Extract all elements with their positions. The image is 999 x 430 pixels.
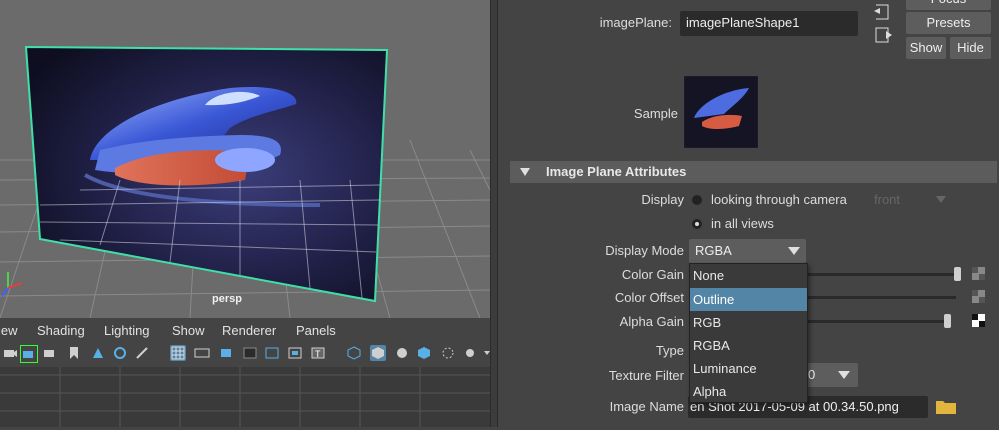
- display-mode-value: RGBA: [695, 243, 732, 258]
- option-none[interactable]: None: [690, 264, 807, 287]
- focus-button[interactable]: Focus: [906, 0, 991, 10]
- camera-attributes-icon[interactable]: [42, 345, 58, 361]
- menu-show[interactable]: Show: [172, 323, 205, 338]
- menu-view[interactable]: iew: [0, 323, 18, 338]
- film-gate-icon[interactable]: [194, 345, 210, 361]
- color-gain-slider[interactable]: [806, 273, 956, 276]
- menu-renderer[interactable]: Renderer: [222, 323, 276, 338]
- camera-lock-icon[interactable]: [20, 345, 38, 363]
- shade-lights-icon[interactable]: [394, 345, 410, 361]
- viewport-toolbar: T: [0, 342, 490, 366]
- option-rgb[interactable]: RGB: [690, 311, 807, 334]
- display-mode-arrow-icon[interactable]: [788, 247, 800, 255]
- color-offset-label: Color Offset: [614, 290, 684, 305]
- image-plane-attributes-section[interactable]: Image Plane Attributes: [510, 161, 997, 183]
- viewport-menubar: iew Shading Lighting Show Renderer Panel…: [0, 318, 490, 342]
- alpha-gain-slider[interactable]: [806, 320, 951, 323]
- option-outline[interactable]: Outline: [690, 288, 807, 311]
- sample-thumbnail: [684, 76, 758, 148]
- display-mode-dropdown: None Outline RGB RGBA Luminance Alpha: [689, 263, 808, 403]
- smooth-shade-icon[interactable]: [370, 345, 386, 361]
- image-plane-name-field[interactable]: imagePlaneShape1: [680, 11, 858, 36]
- safe-title-icon[interactable]: T: [310, 345, 326, 361]
- viewport-persp[interactable]: persp: [0, 0, 490, 318]
- alpha-gain-map-icon[interactable]: [972, 314, 985, 327]
- color-gain-handle[interactable]: [954, 267, 961, 281]
- use-lights-icon[interactable]: [462, 345, 478, 361]
- resolution-gate-icon[interactable]: [218, 345, 234, 361]
- folder-icon[interactable]: [936, 399, 956, 414]
- camera-select-arrow-icon[interactable]: [936, 196, 946, 203]
- display-option-camera: looking through camera: [711, 192, 847, 207]
- texture-filter-value: 0: [808, 367, 816, 382]
- display-option-all-views: in all views: [711, 216, 774, 231]
- option-alpha[interactable]: Alpha: [690, 380, 807, 403]
- presets-button[interactable]: Presets: [906, 12, 991, 34]
- display-radio-all-views[interactable]: [692, 219, 702, 229]
- color-gain-map-icon[interactable]: [972, 267, 985, 280]
- texture-filter-label: Texture Filter: [608, 368, 684, 383]
- bookmark-icon[interactable]: [66, 345, 82, 361]
- display-mode-label: Display Mode: [605, 243, 684, 258]
- hide-button[interactable]: Hide: [950, 37, 991, 59]
- focus-arrow-icon[interactable]: [872, 3, 894, 21]
- texture-filter-arrow-icon[interactable]: [838, 371, 850, 379]
- image-plane-icon[interactable]: [90, 345, 106, 361]
- show-button[interactable]: Show: [906, 37, 946, 59]
- safe-action-icon[interactable]: [287, 345, 303, 361]
- grid-icon[interactable]: [170, 345, 186, 361]
- menu-panels[interactable]: Panels: [296, 323, 336, 338]
- camera-icon[interactable]: [2, 345, 18, 361]
- color-offset-map-icon[interactable]: [972, 290, 985, 303]
- wireframe-icon[interactable]: [346, 345, 362, 361]
- alpha-gain-label: Alpha Gain: [619, 314, 684, 329]
- image-name-label: Image Name: [609, 399, 684, 414]
- 2d-pan-zoom-icon[interactable]: [112, 345, 128, 361]
- camera-label: persp: [212, 293, 242, 305]
- alpha-gain-handle[interactable]: [944, 314, 951, 328]
- grease-pencil-icon[interactable]: [134, 345, 150, 361]
- menu-lighting[interactable]: Lighting: [104, 323, 150, 338]
- sample-label: Sample: [633, 106, 678, 121]
- viewport-scene: [0, 45, 490, 318]
- collapse-triangle-icon[interactable]: [520, 168, 530, 176]
- field-chart-icon[interactable]: [264, 345, 280, 361]
- panel-divider[interactable]: [490, 0, 498, 427]
- svg-text:T: T: [315, 349, 321, 359]
- type-label: Type: [655, 343, 684, 358]
- xray-icon[interactable]: [440, 345, 456, 361]
- lower-viewport[interactable]: [0, 367, 490, 427]
- option-luminance[interactable]: Luminance: [690, 357, 807, 380]
- camera-select-value[interactable]: front: [874, 192, 900, 207]
- image-plane-label: imagePlane:: [599, 15, 672, 30]
- go-to-output-icon[interactable]: [872, 26, 894, 44]
- option-rgba[interactable]: RGBA: [690, 334, 807, 357]
- menu-shading[interactable]: Shading: [37, 323, 85, 338]
- section-title: Image Plane Attributes: [546, 164, 687, 179]
- gate-mask-icon[interactable]: [242, 345, 258, 361]
- display-label: Display: [641, 192, 684, 207]
- textured-icon[interactable]: [416, 345, 432, 361]
- display-radio-camera[interactable]: [692, 195, 702, 205]
- color-gain-label: Color Gain: [621, 267, 684, 282]
- color-offset-slider[interactable]: [806, 296, 956, 299]
- axis-gizmo-icon: [1, 272, 23, 297]
